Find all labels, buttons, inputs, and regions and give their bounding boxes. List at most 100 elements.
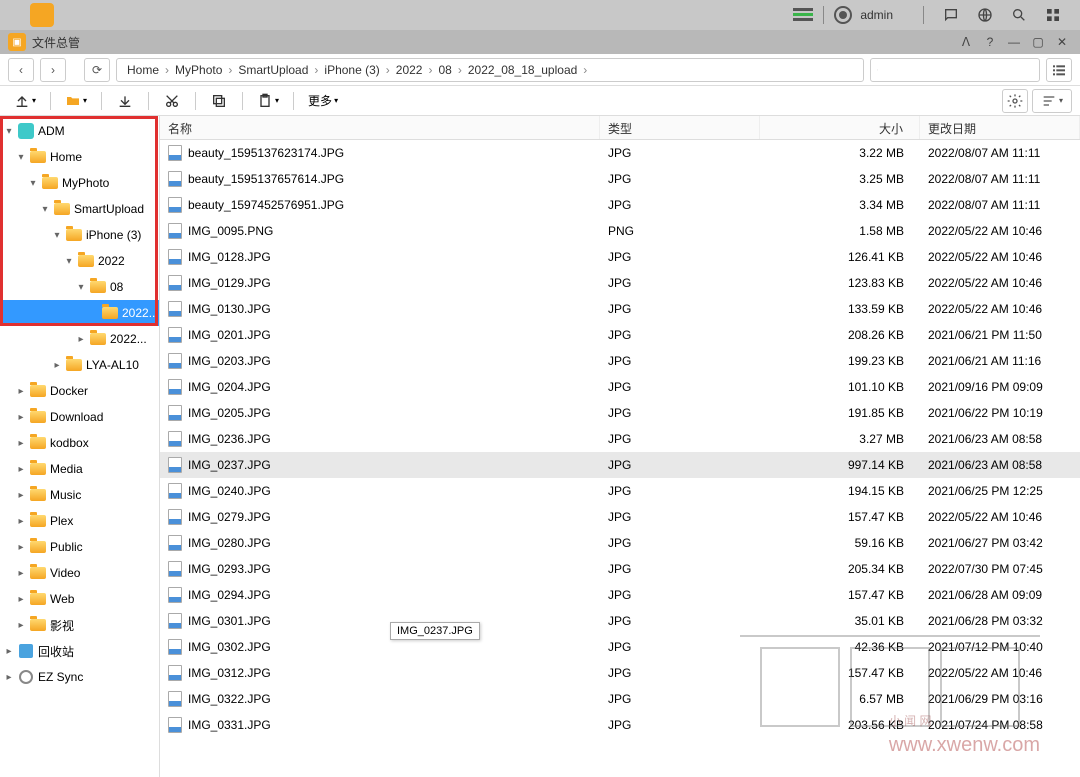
cut-button[interactable] <box>157 89 187 113</box>
tree-toggle-icon[interactable]: ▾ <box>76 282 86 293</box>
file-row[interactable]: IMG_0322.JPGJPG6.57 MB2021/06/29 PM 03:1… <box>160 686 1080 712</box>
tree-item[interactable]: ▾SmartUpload <box>0 196 159 222</box>
user-name[interactable]: admin <box>860 8 893 22</box>
tree-item[interactable]: ▸EZ Sync <box>0 664 159 690</box>
tree-item[interactable]: ▾2022 <box>0 248 159 274</box>
file-row[interactable]: IMG_0237.JPGJPG997.14 KB2021/06/23 AM 08… <box>160 452 1080 478</box>
file-row[interactable]: beauty_1595137657614.JPGJPG3.25 MB2022/0… <box>160 166 1080 192</box>
tree-toggle-icon[interactable]: ▸ <box>16 438 26 449</box>
breadcrumb-item[interactable]: MyPhoto <box>169 63 228 77</box>
tree-item[interactable]: ▸kodbox <box>0 430 159 456</box>
file-row[interactable]: beauty_1597452576951.JPGJPG3.34 MB2022/0… <box>160 192 1080 218</box>
tree-item[interactable]: ▸2022... <box>0 326 159 352</box>
help-icon[interactable]: ? <box>980 32 1000 52</box>
breadcrumb-item[interactable]: 2022 <box>390 63 429 77</box>
tree-item[interactable]: ▾ADM <box>0 118 159 144</box>
minimize-icon[interactable]: — <box>1004 32 1024 52</box>
tree-item[interactable]: ▸Docker <box>0 378 159 404</box>
upload-button[interactable]: ▾ <box>8 89 42 113</box>
search-input[interactable] <box>870 58 1040 82</box>
tree-item[interactable]: ▾MyPhoto <box>0 170 159 196</box>
notifications-icon[interactable] <box>940 4 962 26</box>
file-row[interactable]: IMG_0201.JPGJPG208.26 KB2021/06/21 PM 11… <box>160 322 1080 348</box>
breadcrumb-item[interactable]: iPhone (3) <box>318 63 385 77</box>
paste-button[interactable]: ▾ <box>251 89 285 113</box>
tree-item[interactable]: ▾08 <box>0 274 159 300</box>
file-row[interactable]: IMG_0205.JPGJPG191.85 KB2021/06/22 PM 10… <box>160 400 1080 426</box>
sort-button[interactable]: ▾ <box>1032 89 1072 113</box>
globe-icon[interactable] <box>974 4 996 26</box>
download-button[interactable] <box>110 89 140 113</box>
view-list-button[interactable] <box>1046 58 1072 82</box>
tree-toggle-icon[interactable]: ▸ <box>76 334 86 345</box>
tree-toggle-icon[interactable]: ▾ <box>16 152 26 163</box>
tree-toggle-icon[interactable]: ▸ <box>4 646 14 657</box>
tree-item[interactable]: ▸Music <box>0 482 159 508</box>
file-row[interactable]: IMG_0302.JPGJPG42.36 KB2021/07/12 PM 10:… <box>160 634 1080 660</box>
tree-item[interactable]: ▾Home <box>0 144 159 170</box>
header-size[interactable]: 大小 <box>760 116 920 139</box>
header-type[interactable]: 类型 <box>600 116 760 139</box>
breadcrumb-item[interactable]: Home <box>121 63 165 77</box>
tree-item[interactable]: ▸影视 <box>0 612 159 638</box>
file-row[interactable]: IMG_0204.JPGJPG101.10 KB2021/09/16 PM 09… <box>160 374 1080 400</box>
tree-toggle-icon[interactable]: ▾ <box>52 230 62 241</box>
file-row[interactable]: IMG_0294.JPGJPG157.47 KB2021/06/28 AM 09… <box>160 582 1080 608</box>
file-row[interactable]: IMG_0236.JPGJPG3.27 MB2021/06/23 AM 08:5… <box>160 426 1080 452</box>
collapse-icon[interactable]: ᐱ <box>956 32 976 52</box>
tree-item[interactable]: ▸Media <box>0 456 159 482</box>
network-icon[interactable] <box>793 8 813 22</box>
widgets-icon[interactable] <box>1042 4 1064 26</box>
tree-toggle-icon[interactable]: ▾ <box>28 178 38 189</box>
tree-toggle-icon[interactable]: ▸ <box>16 490 26 501</box>
file-row[interactable]: IMG_0128.JPGJPG126.41 KB2022/05/22 AM 10… <box>160 244 1080 270</box>
new-folder-button[interactable]: ▾ <box>59 89 93 113</box>
file-row[interactable]: IMG_0331.JPGJPG203.56 KB2021/07/24 PM 08… <box>160 712 1080 738</box>
file-row[interactable]: beauty_1595137623174.JPGJPG3.22 MB2022/0… <box>160 140 1080 166</box>
file-row[interactable]: IMG_0293.JPGJPG205.34 KB2022/07/30 PM 07… <box>160 556 1080 582</box>
header-name[interactable]: 名称 <box>160 116 600 139</box>
breadcrumb-item[interactable]: 08 <box>432 63 457 77</box>
breadcrumb-item[interactable]: SmartUpload <box>232 63 314 77</box>
file-row[interactable]: IMG_0095.PNGPNG1.58 MB2022/05/22 AM 10:4… <box>160 218 1080 244</box>
forward-button[interactable]: › <box>40 58 66 82</box>
maximize-icon[interactable]: ▢ <box>1028 32 1048 52</box>
tree-item[interactable]: ▸LYA-AL10 <box>0 352 159 378</box>
file-row[interactable]: IMG_0312.JPGJPG157.47 KB2022/05/22 AM 10… <box>160 660 1080 686</box>
tree-item[interactable]: ▸Plex <box>0 508 159 534</box>
search-field[interactable] <box>878 63 1033 77</box>
tree-toggle-icon[interactable]: ▸ <box>16 542 26 553</box>
tree-toggle-icon[interactable]: ▾ <box>40 204 50 215</box>
tree-toggle-icon[interactable]: ▸ <box>16 412 26 423</box>
file-row[interactable]: IMG_0280.JPGJPG59.16 KB2021/06/27 PM 03:… <box>160 530 1080 556</box>
search-icon[interactable] <box>1008 4 1030 26</box>
settings-button[interactable] <box>1002 89 1028 113</box>
tree-toggle-icon[interactable]: ▸ <box>4 672 14 683</box>
tree-item[interactable]: ▸回收站 <box>0 638 159 664</box>
tree-item[interactable]: ▸Video <box>0 560 159 586</box>
file-row[interactable]: IMG_0203.JPGJPG199.23 KB2021/06/21 AM 11… <box>160 348 1080 374</box>
tree-toggle-icon[interactable]: ▸ <box>16 594 26 605</box>
more-button[interactable]: 更多▾ <box>302 89 344 113</box>
tree-item[interactable]: ▸Public <box>0 534 159 560</box>
back-button[interactable]: ‹ <box>8 58 34 82</box>
tree-item[interactable]: ▸Web <box>0 586 159 612</box>
tree-toggle-icon[interactable]: ▾ <box>4 126 14 137</box>
file-row[interactable]: IMG_0130.JPGJPG133.59 KB2022/05/22 AM 10… <box>160 296 1080 322</box>
copy-button[interactable] <box>204 89 234 113</box>
tree-toggle-icon[interactable]: ▸ <box>16 386 26 397</box>
breadcrumb[interactable]: Home›MyPhoto›SmartUpload›iPhone (3)›2022… <box>116 58 864 82</box>
file-row[interactable]: IMG_0240.JPGJPG194.15 KB2021/06/25 PM 12… <box>160 478 1080 504</box>
tree-toggle-icon[interactable]: ▸ <box>52 360 62 371</box>
user-icon[interactable] <box>834 6 852 24</box>
file-row[interactable]: IMG_0129.JPGJPG123.83 KB2022/05/22 AM 10… <box>160 270 1080 296</box>
tree-toggle-icon[interactable]: ▸ <box>16 516 26 527</box>
tree-item[interactable]: ▸Download <box>0 404 159 430</box>
tree-toggle-icon[interactable]: ▸ <box>16 620 26 631</box>
breadcrumb-item[interactable]: 2022_08_18_upload <box>462 63 583 77</box>
close-icon[interactable]: ✕ <box>1052 32 1072 52</box>
file-row[interactable]: IMG_0301.JPGJPG35.01 KB2021/06/28 PM 03:… <box>160 608 1080 634</box>
refresh-button[interactable]: ⟳ <box>84 58 110 82</box>
app-icon[interactable] <box>30 3 54 27</box>
tree-item[interactable]: ▾iPhone (3) <box>0 222 159 248</box>
